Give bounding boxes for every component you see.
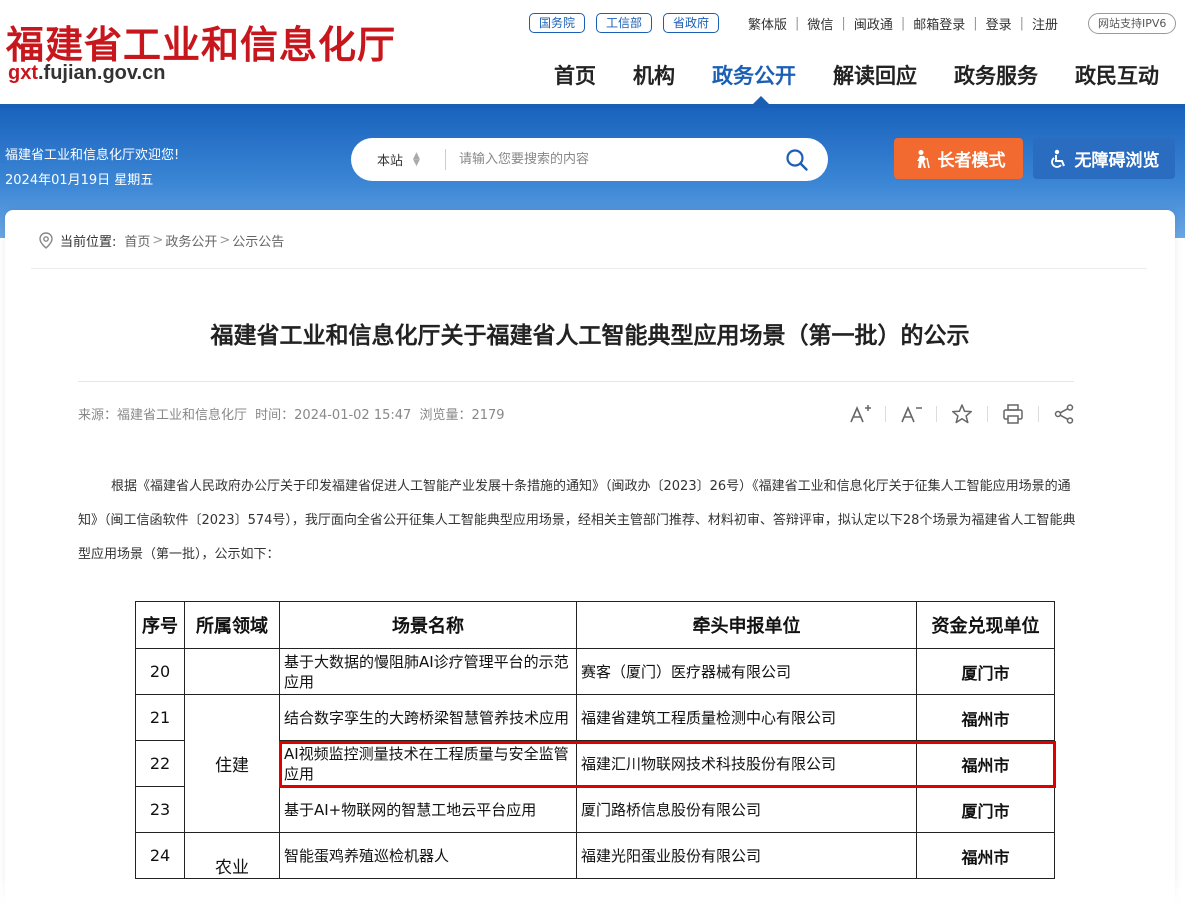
domain-prefix: gxt [8,62,38,84]
row-scenario-name: 基于大数据的慢阻肺AI诊疗管理平台的示范应用 [279,648,577,695]
row-unit: 福建省建筑工程质量检测中心有限公司 [576,694,917,741]
current-date: 2024年01月19日 星期五 [5,173,154,188]
star-icon[interactable] [950,402,974,426]
nav-interpretation[interactable]: 解读回应 [833,60,917,90]
table-row: 20 基于大数据的慢阻肺AI诊疗管理平台的示范应用 赛客（厦门）医疗器械有限公司… [135,648,1055,695]
gov-link-state-council[interactable]: 国务院 [529,13,586,33]
utility-links: 繁体版 | 微信 | 闽政通 | 邮箱登录 | 登录 | 注册 [748,14,1059,33]
row-scenario-name: 结合数字孪生的大跨桥梁智慧管养技术应用 [279,694,577,741]
row-unit: 福建汇川物联网技术科技股份有限公司 [576,740,917,787]
divider [78,381,1074,382]
nav-interaction[interactable]: 政民互动 [1075,60,1159,90]
row-no: 21 [135,694,185,741]
article-tools [848,402,1076,426]
table-header-row: 序号 所属领域 场景名称 牵头申报单位 资金兑现单位 [135,601,1055,649]
nav-home[interactable]: 首页 [554,60,596,90]
row-scenario-name: AI视频监控测量技术在工程质量与安全监管应用 [279,740,577,787]
search-bar: 本站 ▲ ▼ [351,138,828,181]
table-row: 21 住建 结合数字孪生的大跨桥梁智慧管养技术应用 福建省建筑工程质量检测中心有… [135,694,1055,833]
wechat-link[interactable]: 微信 [807,14,833,33]
row-no: 24 [135,832,185,879]
divider [31,268,1147,269]
row-field [184,648,280,695]
table-row: 24 农业 智能蛋鸡养殖巡检机器人 福建光阳蛋业股份有限公司 福州市 [135,832,1055,879]
col-header-no: 序号 [135,601,185,649]
bottom-fade [0,880,1185,924]
col-header-city: 资金兑现单位 [916,601,1055,649]
domain-suffix: .fujian.gov.cn [38,62,166,84]
row-city: 厦门市 [916,786,1055,833]
site-logo-title[interactable]: 福建省工业和信息化厅 [6,14,396,69]
main-nav: 首页 机构 政务公开 解读回应 政务服务 政民互动 [554,60,1159,90]
row-no: 23 [135,786,185,833]
row-scenario-name: 基于AI+物联网的智慧工地云平台应用 [279,786,577,833]
breadcrumb-announcements[interactable]: 公示公告 [232,231,284,250]
col-header-field: 所属领域 [184,601,280,649]
search-icon[interactable] [785,148,809,172]
welcome-block: 福建省工业和信息化厅欢迎您! 2024年01月19日 星期五 [5,143,179,193]
nav-gov-affairs[interactable]: 政务公开 [712,60,796,90]
wheelchair-icon [1050,149,1065,168]
row-no: 22 [135,740,185,787]
article-source: 来源：福建省工业和信息化厅 [78,408,248,423]
scenario-table: 序号 所属领域 场景名称 牵头申报单位 资金兑现单位 20 基于大数据的慢阻肺A… [135,601,1055,879]
article-views: 浏览量：2179 [419,408,505,423]
site-header: 福建省工业和信息化厅 gxt.fujian.gov.cn 国务院 工信部 省政府… [0,0,1185,108]
row-no: 20 [135,648,185,695]
font-decrease-icon[interactable] [899,402,923,426]
breadcrumb-gov-affairs[interactable]: 政务公开 [165,231,217,250]
login-link[interactable]: 登录 [986,14,1012,33]
welcome-text: 福建省工业和信息化厅欢迎您! [5,148,180,163]
updown-arrows-icon: ▲ ▼ [413,150,420,168]
minzhengtong-link[interactable]: 闽政通 [854,14,893,33]
search-input[interactable] [459,146,769,173]
gov-link-province[interactable]: 省政府 [663,13,720,33]
row-city: 福州市 [916,740,1055,787]
nav-organization[interactable]: 机构 [633,60,675,90]
elder-icon [916,149,930,168]
elder-mode-label: 长者模式 [937,151,1006,171]
accessibility-button[interactable]: 无障碍浏览 [1033,138,1175,179]
font-increase-icon[interactable] [848,402,872,426]
row-field: 住建 [184,694,280,833]
col-header-unit: 牵头申报单位 [576,601,917,649]
row-unit: 赛客（厦门）医疗器械有限公司 [576,648,917,695]
row-city: 福州市 [916,694,1055,741]
register-link[interactable]: 注册 [1032,14,1058,33]
active-nav-caret-icon [752,96,770,105]
row-field: 农业 [184,832,280,879]
search-scope-select[interactable]: 本站 ▲ ▼ [377,150,420,169]
col-header-name: 场景名称 [279,601,577,649]
breadcrumb: 当前位置: 首页 > 政务公开 > 公示公告 [38,231,284,250]
elder-mode-button[interactable]: 长者模式 [894,138,1023,179]
search-divider [445,149,446,170]
article-paragraph: 根据《福建省人民政府办公厅关于印发福建省促进人工智能产业发展十条措施的通知》（闽… [78,479,1076,562]
row-unit: 厦门路桥信息股份有限公司 [576,786,917,833]
article-time: 时间：2024-01-02 15:47 [255,408,412,423]
share-icon[interactable] [1052,402,1076,426]
ipv6-badge: 网站支持IPV6 [1088,13,1177,34]
row-city: 厦门市 [916,648,1055,695]
location-pin-icon [39,231,53,249]
article-meta: 来源：福建省工业和信息化厅 时间：2024-01-02 15:47 浏览量：21… [78,404,509,423]
row-unit: 福建光阳蛋业股份有限公司 [576,832,917,879]
gov-link-miit[interactable]: 工信部 [596,13,653,33]
search-scope-value: 本站 [377,154,404,169]
breadcrumb-home[interactable]: 首页 [124,231,150,250]
traditional-chinese-link[interactable]: 繁体版 [748,14,787,33]
nav-services[interactable]: 政务服务 [954,60,1038,90]
print-icon[interactable] [1001,402,1025,426]
gov-links: 国务院 工信部 省政府 [529,13,720,33]
email-login-link[interactable]: 邮箱登录 [913,14,965,33]
row-city: 福州市 [916,832,1055,879]
breadcrumb-label: 当前位置: [60,235,117,250]
accessibility-label: 无障碍浏览 [1074,151,1160,171]
site-domain: gxt.fujian.gov.cn [8,62,165,85]
article-title: 福建省工业和信息化厅关于福建省人工智能典型应用场景（第一批）的公示 [210,323,970,349]
row-scenario-name: 智能蛋鸡养殖巡检机器人 [279,832,577,879]
